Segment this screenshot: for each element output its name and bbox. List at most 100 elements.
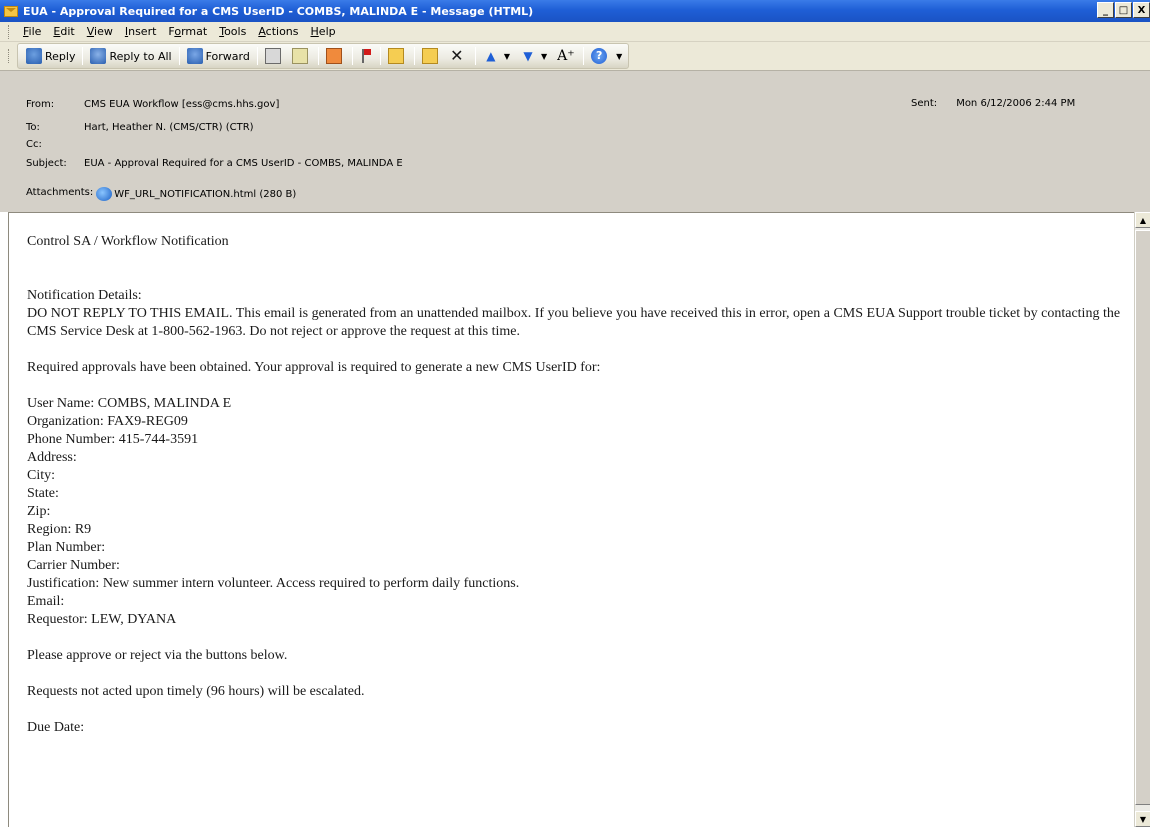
to-label: To: bbox=[26, 122, 40, 133]
cc-row: Cc: bbox=[26, 139, 84, 150]
subject-label: Subject: bbox=[26, 158, 67, 169]
move-to-folder-icon bbox=[325, 48, 342, 64]
toolbar: Reply Reply to All Forward ✕ ▲ ▼ ▼ ▼ A⁺ ? … bbox=[0, 42, 1150, 70]
previous-item-button[interactable]: ▲ ▼ bbox=[479, 45, 516, 67]
open-folder-button[interactable] bbox=[384, 45, 411, 67]
from-row: From: CMS EUA Workflow [ess@cms.hhs.gov] bbox=[26, 99, 279, 110]
rules-button[interactable] bbox=[418, 45, 445, 67]
scroll-up-button[interactable]: ▲ bbox=[1135, 212, 1150, 228]
help-button[interactable]: ? bbox=[587, 45, 614, 67]
from-label: From: bbox=[26, 99, 55, 110]
scroll-down-button[interactable]: ▼ bbox=[1135, 811, 1150, 827]
html-file-icon bbox=[96, 187, 113, 201]
toolbar-grip[interactable] bbox=[8, 49, 11, 63]
menu-view[interactable]: View bbox=[81, 25, 119, 38]
forward-button[interactable]: Forward bbox=[183, 45, 254, 67]
down-arrow-icon: ▼ bbox=[523, 49, 533, 63]
delete-button[interactable]: ✕ bbox=[445, 45, 472, 67]
menu-bar: File Edit View Insert Format Tools Actio… bbox=[0, 22, 1150, 42]
copy-icon bbox=[291, 48, 308, 64]
folder-icon bbox=[387, 48, 404, 64]
toolbar-separator bbox=[379, 47, 381, 65]
flag-icon bbox=[360, 48, 371, 64]
attachment-link[interactable]: WF_URL_NOTIFICATION.html (280 B) bbox=[96, 187, 296, 201]
message-header: From: CMS EUA Workflow [ess@cms.hhs.gov]… bbox=[0, 70, 1150, 212]
envelope-icon bbox=[4, 5, 18, 17]
reply-all-icon bbox=[90, 48, 107, 64]
requestor-field: Requestor: LEW, DYANA bbox=[27, 612, 177, 627]
to-value[interactable]: Hart, Heather N. (CMS/CTR) (CTR) bbox=[84, 122, 254, 133]
phone-number-field: Phone Number: 415-744-3591 bbox=[27, 432, 199, 447]
up-arrow-icon: ▲ bbox=[486, 49, 496, 63]
attachments-row: Attachments: WF_URL_NOTIFICATION.html (2… bbox=[26, 187, 296, 201]
sent-row: Sent: Mon 6/12/2006 2:44 PM bbox=[911, 98, 1075, 109]
toolbar-separator bbox=[317, 47, 319, 65]
cc-label: Cc: bbox=[26, 139, 42, 150]
menu-format[interactable]: Format bbox=[162, 25, 213, 38]
email-field: Email: bbox=[27, 594, 65, 609]
vertical-scrollbar[interactable]: ▲ ▼ bbox=[1134, 212, 1150, 827]
from-value[interactable]: CMS EUA Workflow [ess@cms.hhs.gov] bbox=[84, 99, 279, 110]
toolbar-separator bbox=[351, 47, 353, 65]
printer-icon bbox=[264, 48, 281, 64]
notification-heading: Control SA / Workflow Notification bbox=[27, 234, 229, 249]
next-item-button[interactable]: ▼ ▼ bbox=[516, 45, 553, 67]
attachments-label: Attachments: bbox=[26, 187, 94, 198]
rules-icon bbox=[421, 48, 438, 64]
toolbar-separator bbox=[474, 47, 476, 65]
toolbar-separator bbox=[82, 47, 84, 65]
toolbar-separator bbox=[413, 47, 415, 65]
menu-file[interactable]: File bbox=[17, 25, 47, 38]
attachment-name: WF_URL_NOTIFICATION.html (280 B) bbox=[114, 189, 297, 200]
toolbar-options-icon[interactable]: ▼ bbox=[616, 52, 622, 61]
menu-grip[interactable] bbox=[8, 24, 11, 39]
do-not-reply-notice: DO NOT REPLY TO THIS EMAIL. This email i… bbox=[27, 306, 1121, 339]
close-button[interactable]: X bbox=[1133, 2, 1150, 18]
delete-x-icon: ✕ bbox=[450, 46, 464, 65]
font-size-icon: A⁺ bbox=[557, 48, 575, 64]
toolbar-separator bbox=[256, 47, 258, 65]
sent-value: Mon 6/12/2006 2:44 PM bbox=[956, 98, 1076, 109]
due-date-field: Due Date: bbox=[27, 720, 85, 735]
follow-up-button[interactable] bbox=[356, 45, 377, 67]
toolbar-separator bbox=[178, 47, 180, 65]
carrier-number-field: Carrier Number: bbox=[27, 558, 120, 573]
up-triangle-icon: ▲ bbox=[1139, 215, 1147, 225]
reply-icon bbox=[26, 48, 42, 64]
approval-required-text: Required approvals have been obtained. Y… bbox=[27, 360, 601, 375]
menu-help[interactable]: Help bbox=[305, 25, 342, 38]
maximize-button[interactable]: □ bbox=[1115, 2, 1132, 18]
menu-edit[interactable]: Edit bbox=[47, 25, 80, 38]
reply-all-label: Reply to All bbox=[109, 49, 172, 63]
scroll-thumb[interactable] bbox=[1135, 230, 1150, 805]
print-button[interactable] bbox=[261, 45, 288, 67]
move-button[interactable] bbox=[322, 45, 349, 67]
message-body[interactable]: Control SA / Workflow Notification Notif… bbox=[8, 212, 1150, 827]
font-size-button[interactable]: A⁺ bbox=[553, 45, 580, 67]
window-title: EUA - Approval Required for a CMS UserID… bbox=[23, 4, 534, 18]
region-field: Region: R9 bbox=[27, 522, 92, 537]
justification-field: Justification: New summer intern volunte… bbox=[27, 576, 520, 591]
escalation-notice: Requests not acted upon timely (96 hours… bbox=[27, 684, 365, 699]
window-controls: _ □ X bbox=[1096, 2, 1150, 18]
subject-row: Subject: EUA - Approval Required for a C… bbox=[26, 158, 403, 169]
menu-actions[interactable]: Actions bbox=[252, 25, 304, 38]
title-bar: EUA - Approval Required for a CMS UserID… bbox=[0, 0, 1150, 22]
address-field: Address: bbox=[27, 450, 77, 465]
plan-number-field: Plan Number: bbox=[27, 540, 106, 555]
minimize-button[interactable]: _ bbox=[1097, 2, 1114, 18]
forward-label: Forward bbox=[205, 49, 250, 63]
to-row: To: Hart, Heather N. (CMS/CTR) (CTR) bbox=[26, 122, 254, 133]
menu-tools[interactable]: Tools bbox=[213, 25, 252, 38]
reply-button[interactable]: Reply bbox=[22, 45, 79, 67]
menu-insert[interactable]: Insert bbox=[119, 25, 163, 38]
city-field: City: bbox=[27, 468, 56, 483]
down-triangle-icon: ▼ bbox=[1139, 814, 1147, 824]
state-field: State: bbox=[27, 486, 59, 501]
organization-field: Organization: FAX9-REG09 bbox=[27, 414, 188, 429]
dropdown-caret-icon: ▼ bbox=[503, 51, 511, 61]
reply-all-button[interactable]: Reply to All bbox=[86, 45, 175, 67]
copy-button[interactable] bbox=[288, 45, 315, 67]
reply-label: Reply bbox=[45, 49, 76, 63]
dropdown-caret-icon: ▼ bbox=[541, 51, 548, 61]
